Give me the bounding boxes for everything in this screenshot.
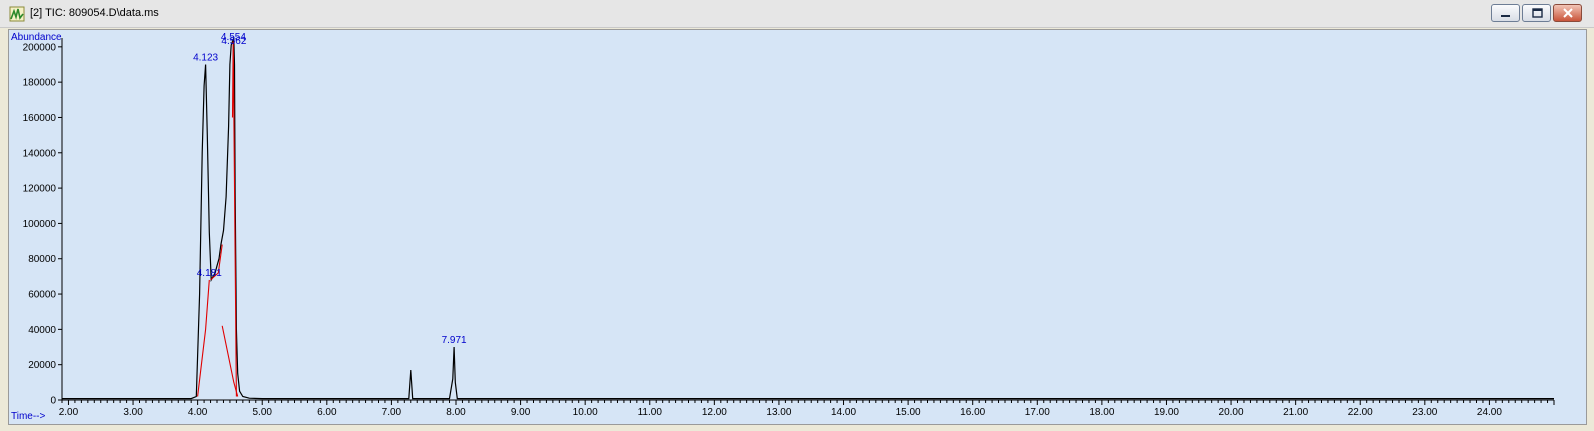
y-axis-label: Abundance — [11, 32, 62, 43]
x-tick-label: 15.00 — [896, 407, 921, 418]
title-bar[interactable]: [2] TIC: 809054.D\data.ms — [0, 0, 1594, 28]
x-tick-label: 20.00 — [1219, 407, 1244, 418]
x-tick-label: 18.00 — [1089, 407, 1114, 418]
close-button[interactable] — [1553, 4, 1582, 22]
y-tick-label: 160000 — [23, 113, 57, 124]
x-tick-label: 22.00 — [1348, 407, 1373, 418]
x-tick-label: 10.00 — [573, 407, 598, 418]
x-tick-label: 23.00 — [1412, 407, 1437, 418]
x-tick-label: 13.00 — [766, 407, 791, 418]
peak-label: 4.562 — [221, 36, 246, 47]
peak-label: 4.181 — [197, 268, 222, 279]
y-tick-label: 200000 — [23, 42, 57, 53]
restore-icon — [1532, 8, 1543, 18]
peak-label: 4.123 — [193, 52, 218, 63]
y-tick-label: 140000 — [23, 148, 57, 159]
x-tick-label: 16.00 — [960, 407, 985, 418]
x-tick-label: 8.00 — [446, 407, 466, 418]
y-tick-label: 0 — [50, 396, 56, 407]
peak-label: 7.971 — [442, 335, 467, 346]
x-tick-label: 12.00 — [702, 407, 727, 418]
y-tick-label: 20000 — [28, 360, 56, 371]
minimize-button[interactable] — [1491, 4, 1520, 22]
y-tick-label: 80000 — [28, 254, 56, 265]
chromatogram-window: [2] TIC: 809054.D\data.ms 0 20000 40000 600… — [0, 0, 1594, 431]
window-title: [2] TIC: 809054.D\data.ms — [30, 7, 159, 19]
chromatogram-icon — [9, 6, 25, 22]
x-tick-label: 2.00 — [59, 407, 79, 418]
x-axis-label: Time--> — [11, 411, 46, 422]
x-tick-label: 19.00 — [1154, 407, 1179, 418]
x-tick-label: 7.00 — [382, 407, 402, 418]
chromatogram-svg: 0 20000 40000 60000 80000 100000 120000 140000 1… — [11, 32, 1555, 422]
y-tick-label: 100000 — [23, 219, 57, 230]
x-tick-label: 21.00 — [1283, 407, 1308, 418]
close-icon — [1563, 8, 1573, 18]
x-tick-label: 6.00 — [317, 407, 337, 418]
y-tick-label: 60000 — [28, 290, 56, 301]
y-tick-label: 120000 — [23, 184, 57, 195]
restore-button[interactable] — [1522, 4, 1551, 22]
minimize-icon — [1501, 15, 1510, 17]
x-tick-label: 17.00 — [1025, 407, 1050, 418]
x-tick-label: 9.00 — [511, 407, 531, 418]
x-tick-label: 14.00 — [831, 407, 856, 418]
x-tick-label: 3.00 — [123, 407, 143, 418]
y-tick-label: 40000 — [28, 325, 56, 336]
x-tick-label: 5.00 — [252, 407, 272, 418]
x-tick-label: 4.00 — [188, 407, 208, 418]
chromatogram-plot[interactable]: 0 20000 40000 60000 80000 100000 120000 140000 1… — [8, 29, 1587, 425]
x-tick-label: 11.00 — [638, 407, 663, 418]
x-tick-label: 24.00 — [1477, 407, 1502, 418]
y-tick-label: 180000 — [23, 78, 57, 89]
tic-trace — [62, 37, 1554, 400]
